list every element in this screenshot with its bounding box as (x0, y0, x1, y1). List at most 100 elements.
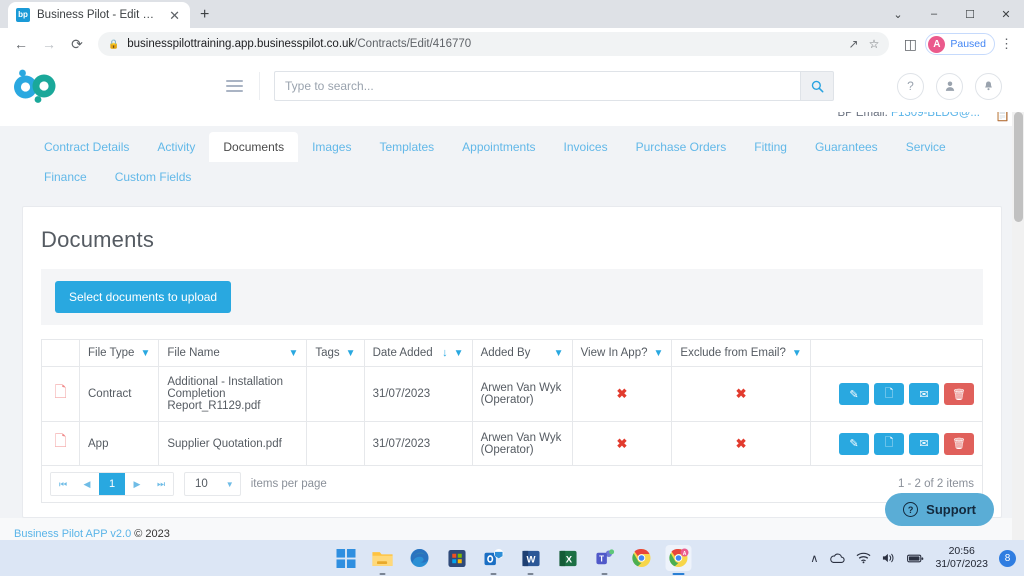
address-bar[interactable]: 🔒 businesspilottraining.app.businesspilo… (98, 32, 890, 56)
share-icon[interactable]: ↗ (849, 37, 859, 51)
edit-document-button[interactable]: ✎ (839, 383, 869, 405)
excel-icon[interactable]: X (555, 545, 581, 571)
kebab-menu-icon[interactable]: ⋮ (997, 36, 1016, 52)
taskbar-indicator-active (672, 573, 685, 575)
outlook-icon[interactable] (481, 545, 507, 575)
side-panel-icon[interactable]: ◫ (897, 31, 923, 57)
chevron-down-icon[interactable]: ⌄ (880, 0, 916, 28)
th-exclude-from-email[interactable]: Exclude from Email? ▼ (671, 339, 811, 367)
microsoft-edge-icon[interactable] (407, 545, 433, 571)
tab-contract-details[interactable]: Contract Details (30, 132, 143, 162)
tab-templates[interactable]: Templates (365, 132, 448, 162)
search-input[interactable] (274, 71, 800, 101)
th-file-name[interactable]: File Name ▼ (158, 339, 308, 367)
filter-icon[interactable]: ▼ (654, 348, 664, 359)
tab-activity[interactable]: Activity (143, 132, 209, 162)
cell-date-added: 31/07/2023 (363, 421, 473, 466)
page-scrollbar[interactable]: ▲ (1012, 60, 1024, 540)
wifi-icon[interactable] (856, 552, 871, 564)
prev-page-button[interactable]: ◀ (75, 473, 99, 495)
help-button[interactable]: ? (897, 72, 924, 100)
tab-appointments[interactable]: Appointments (448, 132, 549, 162)
scrollbar-thumb[interactable] (1014, 112, 1023, 222)
microsoft-store-icon[interactable] (444, 545, 470, 571)
th-tags[interactable]: Tags ▼ (306, 339, 365, 367)
word-icon[interactable]: W (518, 545, 544, 575)
profile-chip[interactable]: A Paused (925, 33, 995, 55)
page-size-select[interactable]: 10 ▼ (184, 472, 241, 496)
th-file-type[interactable]: File Type ▼ (78, 339, 160, 367)
speaker-icon[interactable] (882, 552, 896, 564)
edit-document-button[interactable]: ✎ (839, 432, 869, 455)
bp-email-value[interactable]: F1309-BLDG@... (891, 112, 980, 119)
teams-icon[interactable]: T (592, 545, 618, 575)
tab-documents[interactable]: Documents (209, 132, 299, 162)
battery-icon[interactable] (907, 553, 924, 564)
notification-badge[interactable]: 8 (999, 549, 1016, 567)
chrome-icon[interactable] (629, 545, 655, 571)
table-row: 🗋 App Supplier Quotation.pdf 31/07/2023 … (41, 421, 984, 466)
tab-purchase-orders[interactable]: Purchase Orders (622, 132, 741, 162)
last-page-button[interactable]: ⏭ (149, 473, 173, 495)
tab-fitting[interactable]: Fitting (740, 132, 801, 162)
new-tab-button[interactable]: + (200, 6, 209, 24)
th-added-by[interactable]: Added By ▼ (471, 339, 573, 367)
filter-icon[interactable]: ▼ (140, 348, 150, 359)
th-date-added[interactable]: Date Added ↓ ▼ (363, 339, 473, 367)
back-button[interactable]: ← (8, 31, 34, 57)
delete-document-button[interactable]: 🗑 (944, 383, 974, 405)
copy-icon[interactable]: 📋 (995, 112, 1010, 122)
chrome-profile-icon[interactable]: A (665, 545, 692, 575)
tray-chevron-icon[interactable]: ∧ (810, 552, 818, 565)
cell-actions: ✎ 🗋 ✉ 🗑 (809, 366, 984, 422)
close-icon[interactable]: ✕ (167, 9, 182, 22)
maximize-button[interactable]: ☐ (952, 0, 988, 28)
filter-icon[interactable]: ▼ (454, 348, 464, 359)
delete-document-button[interactable]: 🗑 (944, 432, 974, 455)
taskbar-clock[interactable]: 20:56 31/07/2023 (935, 545, 988, 571)
account-button[interactable] (936, 72, 963, 100)
next-page-button[interactable]: ▶ (125, 473, 149, 495)
reload-button[interactable]: ⟳ (64, 31, 90, 57)
preview-document-button[interactable]: 🗋 (874, 432, 904, 455)
tab-service[interactable]: Service (892, 132, 960, 162)
business-pilot-logo[interactable] (0, 69, 210, 103)
email-document-button[interactable]: ✉ (909, 432, 939, 455)
page-number-1[interactable]: 1 (99, 473, 125, 495)
tab-guarantees[interactable]: Guarantees (801, 132, 892, 162)
th-label: File Name (167, 347, 220, 359)
preview-document-button[interactable]: 🗋 (874, 383, 904, 405)
filter-icon[interactable]: ▼ (554, 348, 564, 359)
first-page-button[interactable]: ⏮ (51, 473, 75, 495)
th-label: Date Added (372, 347, 433, 359)
onedrive-cloud-icon[interactable] (829, 552, 846, 564)
file-explorer-icon[interactable] (370, 545, 396, 575)
bp-email-label: BP Email: (837, 112, 888, 119)
select-documents-to-upload-button[interactable]: Select documents to upload (55, 281, 232, 313)
cell-tags (306, 421, 365, 466)
tab-custom-fields[interactable]: Custom Fields (101, 162, 206, 192)
start-button[interactable] (333, 545, 359, 571)
window-close-button[interactable]: ✕ (988, 0, 1024, 28)
cross-icon: ✖ (735, 435, 747, 451)
minimize-button[interactable]: – (916, 0, 952, 28)
filter-icon[interactable]: ▼ (792, 348, 802, 359)
site-footer: Business Pilot APP v2.0 © 2023 (0, 518, 1024, 540)
th-view-in-app[interactable]: View In App? ▼ (571, 339, 673, 367)
notifications-button[interactable] (975, 72, 1002, 100)
tab-images[interactable]: Images (298, 132, 365, 162)
support-button[interactable]: ? Support (885, 493, 994, 526)
sort-descending-icon[interactable]: ↓ (442, 347, 448, 359)
forward-button[interactable]: → (36, 31, 62, 57)
tab-finance[interactable]: Finance (30, 162, 101, 192)
search-icon[interactable] (800, 71, 834, 101)
filter-icon[interactable]: ▼ (346, 348, 356, 359)
tab-invoices[interactable]: Invoices (550, 132, 622, 162)
email-document-button[interactable]: ✉ (909, 383, 939, 405)
pager-buttons: ⏮ ◀ 1 ▶ ⏭ (50, 472, 174, 496)
browser-tab[interactable]: bp Business Pilot - Edit Contract ✕ (8, 2, 190, 28)
filter-icon[interactable]: ▼ (288, 348, 298, 359)
hamburger-icon[interactable] (210, 72, 260, 100)
star-icon[interactable]: ☆ (869, 37, 880, 51)
footer-link[interactable]: Business Pilot APP v2.0 (14, 528, 131, 540)
